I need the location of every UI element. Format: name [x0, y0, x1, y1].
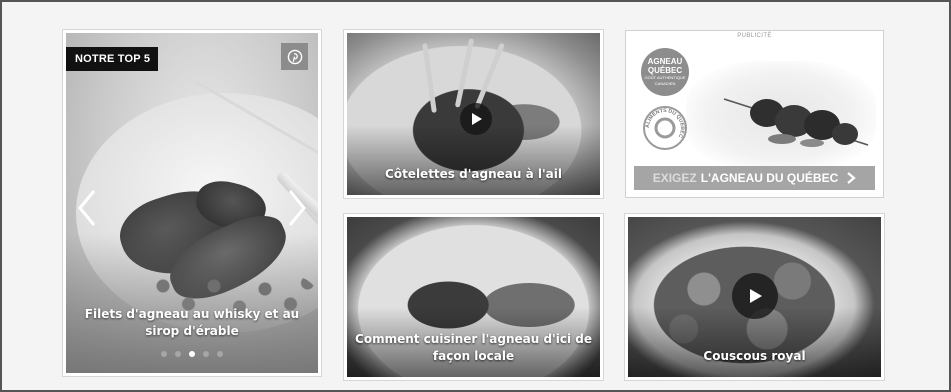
recipe-title: Couscous royal: [703, 349, 806, 363]
carousel-dots: [66, 351, 318, 357]
ad-cta-banner[interactable]: EXIGEZ L'AGNEAU DU QUÉBEC: [634, 166, 875, 190]
ad-cta-brand: L'AGNEAU DU QUÉBEC: [700, 171, 839, 185]
content-panel: NOTRE TOP 5 Filets d'agneau au whisky et…: [0, 0, 951, 392]
play-icon: [750, 289, 762, 303]
chevron-right-icon: [847, 172, 856, 184]
pinterest-icon: [287, 49, 302, 64]
play-button[interactable]: [460, 103, 492, 135]
carousel-dot-active[interactable]: [189, 351, 195, 357]
featured-recipe-title[interactable]: Filets d'agneau au whisky et au sirop d'…: [76, 306, 308, 340]
logo-text: AGNEAU: [647, 57, 683, 66]
lamb-skewer-image: [723, 98, 869, 147]
aliments-du-quebec-seal: ALIMENTS DU QUÉBEC: [643, 106, 687, 150]
carousel-dot[interactable]: [175, 351, 181, 357]
recipe-card-comment-cuisiner[interactable]: Comment cuisiner l'agneau d'ici de façon…: [344, 214, 603, 380]
recipe-title: Comment cuisiner l'agneau d'ici de façon…: [355, 332, 592, 363]
chevron-left-icon[interactable]: [76, 188, 98, 228]
logo-tagline: GOÛT AUTHENTIQUE CANADIEN: [644, 75, 686, 86]
recipe-card-couscous-royal[interactable]: Couscous royal: [625, 214, 884, 380]
carousel-dot[interactable]: [161, 351, 167, 357]
carousel-dot[interactable]: [203, 351, 209, 357]
logo-text: QUÉBEC: [647, 66, 683, 75]
recipe-card-cotelettes[interactable]: Côtelettes d'agneau à l'ail: [344, 30, 603, 198]
chevron-right-icon[interactable]: [286, 188, 308, 228]
play-icon: [472, 113, 482, 125]
ad-label: PUBLICITÉ: [737, 33, 772, 39]
pinterest-button[interactable]: [281, 43, 308, 70]
advertisement[interactable]: PUBLICITÉ AGNEAU QUÉBEC GOÛT AUTHENTIQUE…: [625, 30, 884, 198]
play-button[interactable]: [732, 273, 778, 319]
caption-gradient: [347, 125, 600, 195]
agneau-quebec-logo: AGNEAU QUÉBEC GOÛT AUTHENTIQUE CANADIEN: [641, 48, 689, 96]
featured-carousel[interactable]: NOTRE TOP 5 Filets d'agneau au whisky et…: [63, 30, 321, 376]
carousel-dot[interactable]: [217, 351, 223, 357]
top5-badge: NOTRE TOP 5: [66, 47, 159, 71]
recipe-title: Côtelettes d'agneau à l'ail: [385, 167, 562, 181]
ad-cta-prefix: EXIGEZ: [652, 171, 697, 185]
